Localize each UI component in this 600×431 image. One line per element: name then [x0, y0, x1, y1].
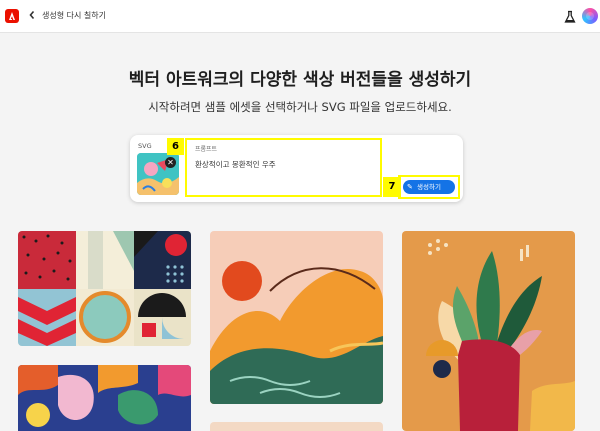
gallery-item-more-artwork[interactable]: [210, 422, 383, 431]
app-title: 생성형 다시 칠하기: [42, 11, 106, 20]
file-type-label: SVG: [138, 142, 152, 150]
gallery-item-abstract-leaves[interactable]: [18, 365, 191, 431]
close-icon: ✕: [167, 158, 174, 167]
prompt-input[interactable]: 환상적이고 몽환적인 우주: [195, 159, 375, 170]
generate-button-label: 생성하기: [417, 183, 441, 191]
gallery-item-sunset-mountains[interactable]: [210, 231, 383, 404]
generate-button[interactable]: ✎ 생성하기: [403, 180, 455, 194]
sparkle-edit-icon: ✎: [407, 183, 413, 191]
adobe-logo-icon[interactable]: [5, 9, 19, 23]
prompt-field[interactable]: 프롬프트 환상적이고 몽환적인 우주: [185, 138, 382, 197]
gallery-item-plant-vase[interactable]: [402, 231, 575, 431]
top-bar: 생성형 다시 칠하기: [0, 0, 600, 33]
prompt-label: 프롬프트: [195, 146, 218, 153]
page-title: 벡터 아트워크의 다양한 색상 버전들을 생성하기: [128, 70, 472, 90]
flask-icon[interactable]: [563, 9, 577, 23]
generate-button-highlight: ✎ 생성하기: [398, 175, 460, 199]
page-subtitle: 시작하려면 샘플 에셋을 선택하거나 SVG 파일을 업로드하세요.: [148, 100, 452, 114]
annotation-badge-6: 6: [167, 138, 184, 155]
prompt-card: SVG ✕ 6 프롬프트 환상적이고 몽환적인 우주 7 ✎ 생성하기: [130, 135, 463, 202]
gallery-item-geometric-pattern[interactable]: [18, 231, 191, 346]
chevron-left-icon[interactable]: [27, 8, 37, 22]
avatar[interactable]: [582, 8, 598, 24]
remove-asset-button[interactable]: ✕: [165, 157, 176, 168]
